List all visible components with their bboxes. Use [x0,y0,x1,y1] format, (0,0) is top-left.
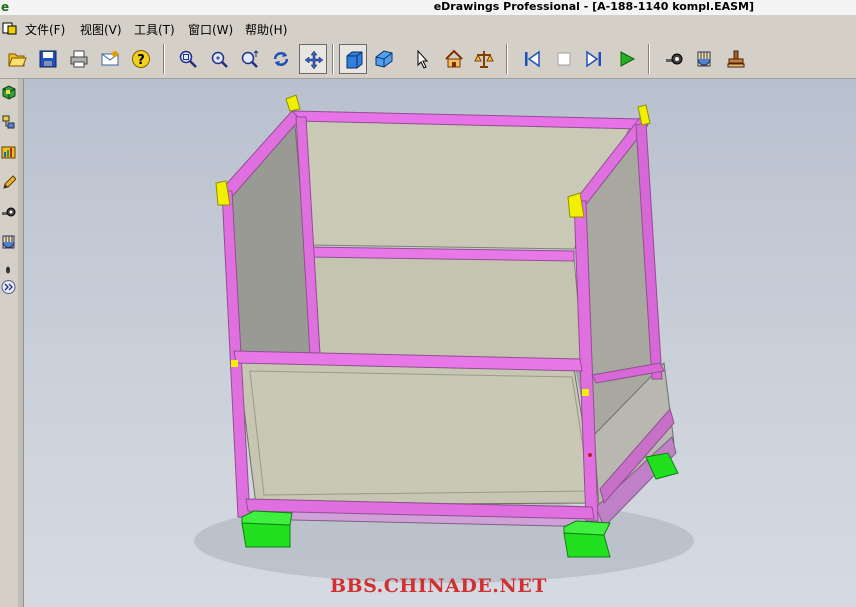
section-button[interactable] [690,44,718,74]
section-tab[interactable] [1,233,16,253]
window-title: eDrawings Professional - [A-188-1140 kom… [433,0,754,13]
toolbar-separator [332,44,334,74]
zoom-button[interactable] [236,44,264,74]
shaded-box-icon [346,51,363,69]
send-button[interactable] [96,44,124,74]
skip-last-icon [586,50,601,68]
home-button[interactable] [440,44,468,74]
section-icon [697,51,711,67]
mail-icon [101,51,119,66]
corner-cap [285,94,301,112]
toolbar-separator [506,44,508,74]
menu-window[interactable]: 窗口(W) [188,21,233,38]
menu-help[interactable]: 帮助(H) [245,21,287,38]
help-button[interactable]: ? [127,44,155,74]
tape-measure-icon [666,53,683,65]
menu-file[interactable]: 文件(F) [25,21,65,38]
foot-front-right [563,532,611,558]
rotate-icon [273,52,289,66]
zoom-fit-icon [179,50,197,68]
3d-viewport[interactable]: BBS.CHINADE.NET [24,79,856,607]
pencil-icon [3,175,17,189]
components-tab[interactable] [1,84,16,104]
zoom-area-icon [211,51,228,68]
pan-button[interactable] [299,44,327,74]
print-button[interactable] [65,44,93,74]
select-button[interactable] [408,44,436,74]
printer-icon [70,50,88,68]
measure-tool-button[interactable] [660,44,688,74]
stamp-button[interactable] [722,44,750,74]
zoom-area-button[interactable] [205,44,233,74]
back-panel-lower [313,254,585,368]
toolbar-separator [648,44,650,74]
section-small-icon [2,235,15,249]
window-title-bar: e eDrawings Professional - [A-188-1140 k… [0,0,856,15]
edrawings-logo-icon [2,22,17,35]
measure-icon [474,51,494,68]
latch-detail [588,453,592,457]
corner-clip [231,360,238,367]
first-frame-button[interactable] [518,44,546,74]
stamp-icon [727,50,745,68]
main-toolbar: ? [0,40,856,79]
animation-icon [1,146,16,159]
menu-bar: 文件(F) 视图(V) 工具(T) 窗口(W) 帮助(H) [0,15,856,40]
foot-front-right-top [563,520,611,536]
measure-small-icon [2,207,16,217]
app-icon: e [1,0,10,14]
zoom-fit-button[interactable] [174,44,202,74]
skip-first-icon [525,50,540,68]
play-button[interactable] [613,44,641,74]
perspective-button[interactable] [370,44,398,74]
foot-front-left-top [241,510,293,526]
front-panel-inner [249,370,591,496]
stop-icon [557,52,571,66]
open-button[interactable] [3,44,31,74]
corner-clip [582,389,589,396]
config-icon [2,115,15,129]
components-icon [2,85,16,100]
home-icon [445,49,463,68]
dot-icon [6,266,10,274]
folder-open-icon [8,53,27,67]
markup-tab[interactable] [1,173,17,193]
cursor-icon [417,49,429,69]
perspective-box-icon [375,50,393,68]
last-frame-button[interactable] [580,44,608,74]
save-button[interactable] [34,44,62,74]
menu-tools[interactable]: 工具(T) [134,21,175,38]
animations-tab[interactable] [1,144,16,164]
zoom-icon [241,50,259,68]
left-panel-toolbar [0,79,19,607]
expand-panel-button[interactable] [1,278,16,298]
pallet-cage-model[interactable] [24,79,856,607]
help-icon: ? [132,50,150,68]
watermark: BBS.CHINADE.NET [330,575,547,597]
save-icon [39,50,57,68]
toolbar-separator [163,44,165,74]
measure-button[interactable] [470,44,498,74]
svg-text:?: ? [137,53,145,68]
shaded-view-button[interactable] [339,44,367,74]
stamp-tab[interactable] [1,260,16,280]
configurations-tab[interactable] [1,114,16,134]
menu-view[interactable]: 视图(V) [80,21,122,38]
pan-icon [304,50,324,70]
measure-tab[interactable] [1,203,16,223]
foot-front-left [241,522,291,548]
stop-button[interactable] [550,44,578,74]
rotate-button[interactable] [267,44,295,74]
play-icon [620,51,636,67]
double-chevron-right-icon [1,280,16,294]
